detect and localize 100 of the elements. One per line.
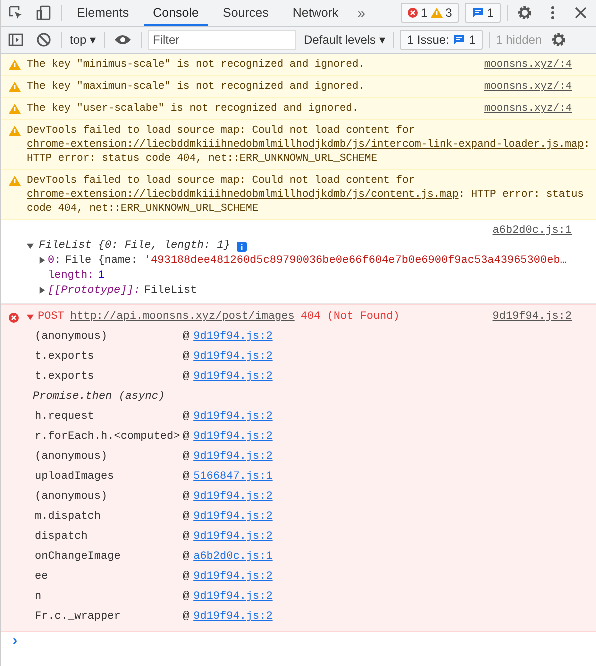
function-name: h.request — [35, 411, 96, 423]
async-separator: Promise.then (async) — [33, 391, 166, 403]
close-icon[interactable] — [573, 5, 589, 21]
frame-source-link[interactable]: 5166847.js:1 — [194, 471, 273, 483]
frame-source-link[interactable]: 9d19f94.js:2 — [194, 371, 273, 383]
info-icon — [237, 242, 248, 252]
at-sign: @ — [183, 431, 190, 443]
panel-tab[interactable]: Sources — [214, 0, 278, 26]
string-value: '493188dee481260d5c89790036be0e66f604e7b0e6900f9ac53a43965300eb… — [144, 255, 567, 267]
expand-arrow-icon[interactable] — [39, 286, 46, 294]
source-link[interactable]: a6b2d0c.js:1 — [492, 224, 572, 239]
at-sign: @ — [183, 611, 190, 623]
extension-link[interactable]: chrome-extension:// — [27, 139, 146, 151]
frame-source-link[interactable]: 9d19f94.js:2 — [194, 331, 273, 343]
expand-arrow-icon[interactable] — [27, 243, 34, 250]
function-name: dispatch — [35, 531, 89, 543]
settings-icon[interactable] — [517, 5, 533, 21]
at-sign: @ — [183, 511, 190, 523]
frame-source-link[interactable]: 9d19f94.js:2 — [194, 591, 273, 603]
function-name: m.dispatch — [35, 511, 102, 523]
function-name: uploadImages — [35, 471, 116, 483]
message-icon — [472, 7, 484, 19]
device-icon[interactable] — [36, 5, 52, 21]
settings-icon[interactable] — [551, 32, 568, 48]
function-name: ee — [35, 571, 50, 583]
more-tabs-button[interactable]: » — [354, 5, 370, 21]
number-value: 1 — [98, 270, 105, 282]
warning-icon — [9, 82, 21, 92]
at-sign: @ — [183, 491, 190, 503]
log-levels-dropdown[interactable]: Default levels ▾ — [302, 33, 388, 47]
message-icon — [453, 34, 466, 46]
function-name: (anonymous) — [35, 451, 109, 463]
function-name: (anonymous) — [35, 491, 109, 503]
property-value: File {name: — [65, 255, 139, 267]
function-name: Fr.c._wrapper — [35, 611, 122, 623]
frame-source-link[interactable]: 9d19f94.js:2 — [194, 351, 273, 363]
warning-icon — [9, 104, 21, 114]
sidebar-toggle-icon[interactable] — [8, 32, 24, 48]
at-sign: @ — [183, 471, 190, 483]
error-count: 1 — [420, 6, 428, 20]
function-name: t.exports — [35, 351, 96, 363]
at-sign: @ — [183, 371, 190, 383]
panel-tab[interactable]: Elements — [68, 0, 138, 26]
at-sign: @ — [183, 591, 190, 603]
source-link[interactable]: moonsns.xyz/:4 — [484, 80, 572, 94]
at-sign: @ — [183, 551, 190, 563]
frame-source-link[interactable]: 9d19f94.js:2 — [194, 431, 273, 443]
filter-field[interactable]: Filter — [148, 30, 296, 50]
frame-source-link[interactable]: 9d19f94.js:2 — [194, 411, 273, 423]
message-counter[interactable]: 1 — [465, 3, 501, 23]
extension-link[interactable]: liecbddmkiiihnedobmlmillhodjkdmb/js/content.js.map — [146, 189, 459, 201]
issue-counter[interactable]: 1 3 — [400, 3, 460, 23]
panel-tab[interactable]: Network — [284, 0, 348, 26]
error-icon — [9, 313, 19, 323]
error-icon — [408, 8, 418, 18]
source-link[interactable]: 9d19f94.js:2 — [492, 311, 572, 323]
property-key: [[Prototype]]: — [48, 285, 140, 297]
function-name: n — [35, 591, 43, 603]
warning-icon — [9, 60, 21, 70]
frame-source-link[interactable]: 9d19f94.js:2 — [194, 531, 273, 543]
source-link[interactable]: moonsns.xyz/:4 — [484, 102, 572, 116]
property-value: FileList — [144, 285, 198, 297]
inspect-icon[interactable] — [8, 5, 24, 21]
property-key: 0: — [48, 255, 62, 267]
extension-link[interactable]: chrome-extension:// — [27, 189, 146, 201]
error-status: 404 (Not Found) — [300, 311, 400, 323]
context-dropdown[interactable]: top ▾ — [68, 33, 98, 47]
object-summary[interactable]: FileList {0: File, length: 1} — [39, 239, 230, 254]
issues-label: 1 Issue: — [407, 33, 450, 47]
function-name: r.forEach.h.<computed> — [35, 431, 182, 443]
request-url-link[interactable]: http://api.moonsns.xyz/post/images — [70, 311, 295, 323]
frame-source-link[interactable]: 9d19f94.js:2 — [194, 571, 273, 583]
extension-link[interactable]: liecbddmkiiihnedobmlmillhodjkdmb/js/intercom-link-expand-loader.js.map — [146, 139, 584, 151]
frame-source-link[interactable]: 9d19f94.js:2 — [194, 511, 273, 523]
source-link[interactable]: moonsns.xyz/:4 — [484, 58, 572, 72]
at-sign: @ — [183, 351, 190, 363]
at-sign: @ — [183, 531, 190, 543]
function-name: (anonymous) — [35, 331, 109, 343]
panel-tab[interactable]: Console — [144, 0, 208, 26]
frame-source-link[interactable]: 9d19f94.js:2 — [194, 611, 273, 623]
function-name: onChangeImage — [35, 551, 122, 563]
issues-button[interactable]: 1 Issue: 1 — [400, 30, 484, 50]
frame-source-link[interactable]: 9d19f94.js:2 — [194, 451, 273, 463]
expand-arrow-icon[interactable] — [39, 256, 46, 264]
frame-source-link[interactable]: 9d19f94.js:2 — [194, 491, 273, 503]
property-key: length: — [48, 270, 94, 282]
at-sign: @ — [183, 411, 190, 423]
eye-icon[interactable] — [114, 34, 132, 46]
frame-source-link[interactable]: a6b2d0c.js:1 — [194, 551, 273, 563]
warning-text: DevTools failed to load source map: Could not load content for chrome-extension://liecbddmkiiihnedobmlmillhodjkdmb/js/content.js.map: HTTP error: status code 404, net::ERR_UNKNOWN_URL_SCHEME — [27, 174, 585, 216]
warning-text: DevTools failed to load source map: Could not load content for chrome-extension://liecbddmkiiihnedobmlmillhodjkdmb/js/intercom-link-expand-loader.js.map: HTTP error: status code 404, net::ERR_UNKNOWN_URL_SCHEME — [27, 124, 592, 166]
warning-icon — [9, 126, 21, 136]
hidden-count: 1 hidden — [496, 33, 542, 47]
clear-console-icon[interactable] — [36, 32, 52, 48]
at-sign: @ — [183, 451, 190, 463]
prompt-caret[interactable]: › — [11, 634, 20, 650]
warning-count: 3 — [446, 6, 452, 20]
message-count: 1 — [487, 6, 494, 20]
expand-arrow-icon[interactable] — [27, 314, 34, 320]
warning-icon — [9, 176, 21, 186]
